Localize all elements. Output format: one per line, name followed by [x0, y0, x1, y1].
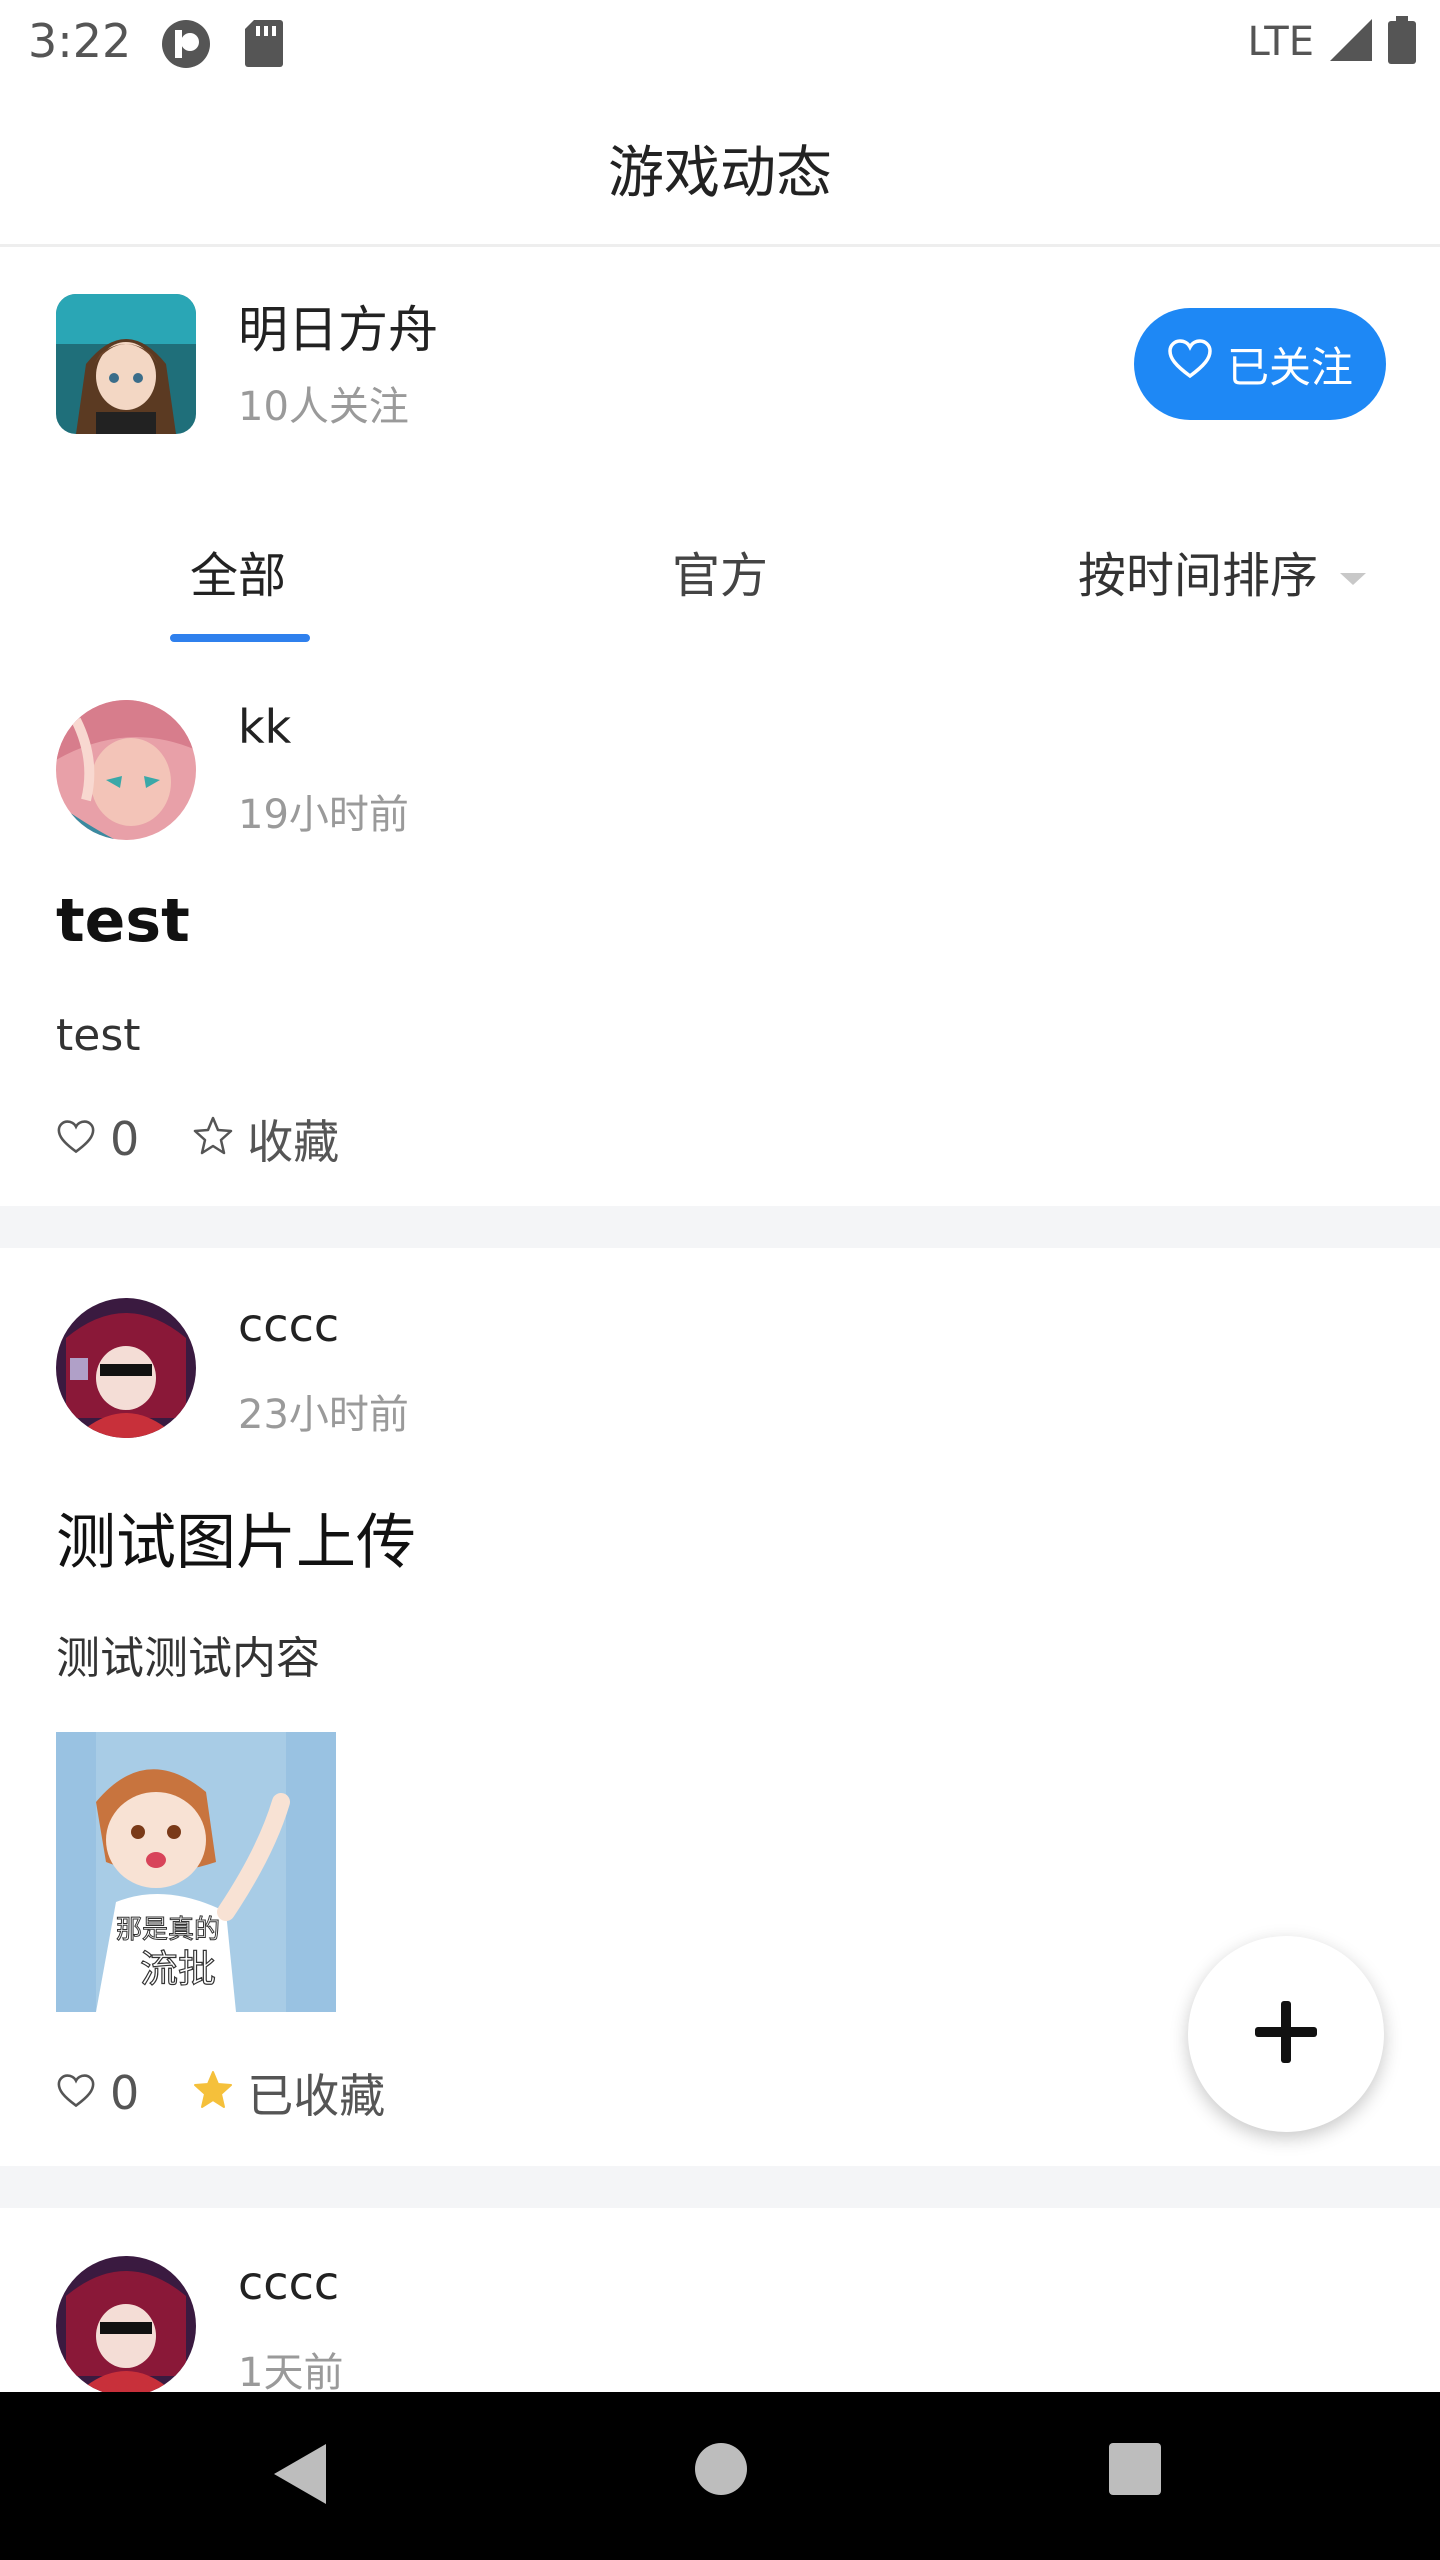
- post-card[interactable]: kk 19小时前 test test 0 收藏: [0, 646, 1440, 1206]
- plus-icon: [1253, 1999, 1319, 2069]
- game-name: 明日方舟: [238, 301, 438, 359]
- post-author[interactable]: cccc: [238, 1298, 339, 1352]
- favorite-label: 收藏: [247, 1115, 340, 1169]
- sort-dropdown[interactable]: 按时间排序: [1078, 536, 1368, 606]
- section-divider: [0, 1206, 1440, 1248]
- active-tab-indicator: [170, 634, 310, 642]
- game-header: 明日方舟 10人关注 已关注: [0, 246, 1440, 476]
- section-divider: [0, 2166, 1440, 2208]
- follow-button-label: 已关注: [1226, 342, 1353, 392]
- favorite-label: 已收藏: [247, 2069, 386, 2123]
- caret-down-icon: [1338, 543, 1368, 599]
- favorite-button[interactable]: 收藏: [193, 1106, 339, 1172]
- star-outline-icon: [193, 1112, 233, 1166]
- image-caption-line1: 那是真的: [116, 1915, 220, 1945]
- post-body: 测试测试内容: [56, 1633, 320, 1684]
- like-count: 0: [110, 2066, 140, 2120]
- follow-button[interactable]: 已关注: [1134, 308, 1386, 420]
- tab-all[interactable]: 全部: [190, 536, 286, 606]
- tab-official[interactable]: 官方: [672, 536, 768, 606]
- sd-card-icon: [244, 18, 284, 72]
- game-logo[interactable]: [56, 294, 196, 434]
- post-image[interactable]: 那是真的 流批: [56, 1732, 336, 2012]
- status-bar: 3:22 LTE: [0, 0, 1440, 84]
- create-post-button[interactable]: [1188, 1936, 1384, 2132]
- avatar[interactable]: [56, 2256, 196, 2392]
- post-author[interactable]: kk: [238, 700, 291, 754]
- post-card[interactable]: cccc 1天前: [0, 2208, 1440, 2392]
- like-count: 0: [110, 1112, 140, 1166]
- like-button[interactable]: 0: [56, 1112, 139, 1166]
- image-caption-line2: 流批: [140, 1947, 216, 1991]
- post-body: test: [56, 1010, 141, 1061]
- sort-label: 按时间排序: [1078, 548, 1319, 604]
- post-time: 1天前: [238, 2350, 344, 2392]
- post-actions: 0 已收藏: [56, 2060, 385, 2126]
- post-author[interactable]: cccc: [238, 2256, 339, 2310]
- system-nav-bar: [0, 2392, 1440, 2560]
- app-bar: 游戏动态: [0, 84, 1440, 247]
- home-icon[interactable]: [694, 2442, 748, 2500]
- post-title: test: [56, 886, 190, 956]
- post-time: 23小时前: [238, 1392, 409, 1438]
- heart-outline-icon: [56, 2066, 96, 2120]
- status-time: 3:22: [28, 14, 132, 68]
- status-right: LTE: [1248, 16, 1416, 68]
- post-time: 19小时前: [238, 792, 409, 838]
- post-title: 测试图片上传: [56, 1508, 416, 1578]
- star-filled-icon: [193, 2066, 233, 2120]
- favorite-button[interactable]: 已收藏: [193, 2060, 385, 2126]
- network-type: LTE: [1247, 19, 1314, 65]
- battery-icon: [1388, 16, 1416, 68]
- recents-icon[interactable]: [1108, 2442, 1162, 2500]
- back-icon[interactable]: [272, 2442, 328, 2510]
- avatar[interactable]: [56, 1298, 196, 1438]
- signal-icon: [1328, 17, 1374, 67]
- heart-outline-icon: [1167, 338, 1213, 390]
- filter-tabs: 全部 官方 按时间排序: [0, 476, 1440, 646]
- post-actions: 0 收藏: [56, 1106, 339, 1172]
- heart-outline-icon: [56, 1112, 96, 1166]
- like-button[interactable]: 0: [56, 2066, 139, 2120]
- page-title: 游戏动态: [608, 141, 832, 206]
- avatar[interactable]: [56, 700, 196, 840]
- follower-count: 10人关注: [238, 384, 409, 430]
- app-notification-icon: [160, 18, 212, 74]
